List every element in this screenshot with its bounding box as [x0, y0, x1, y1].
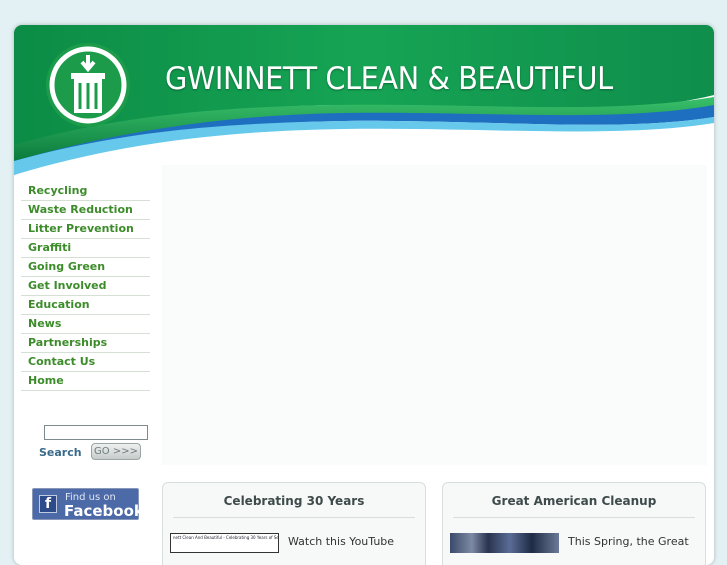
card-text: Watch this YouTube: [288, 535, 395, 548]
card-celebrating-30-years: Celebrating 30 Years nett Clean And Beau…: [162, 482, 426, 565]
sidebar-item-news[interactable]: News: [21, 315, 150, 334]
card-great-american-cleanup: Great American Cleanup This Spring, the …: [442, 482, 706, 565]
card-text: This Spring, the Great: [568, 535, 689, 548]
sidebar-item-recycling[interactable]: Recycling: [21, 182, 150, 201]
card-divider: [173, 517, 415, 518]
youtube-video-thumbnail[interactable]: nett Clean And Beautiful - Celebrating 3…: [170, 533, 279, 553]
facebook-icon: f: [39, 495, 57, 513]
page-container: GWINNETT CLEAN & BEAUTIFUL Recycling Was…: [14, 25, 714, 565]
sidebar-item-graffiti[interactable]: Graffiti: [21, 239, 150, 258]
sidebar-item-going-green[interactable]: Going Green: [21, 258, 150, 277]
trash-can-logo-icon: [44, 41, 132, 129]
sidebar-item-contact-us[interactable]: Contact Us: [21, 353, 150, 372]
facebook-line2: Facebook: [64, 502, 144, 520]
sidebar-item-get-involved[interactable]: Get Involved: [21, 277, 150, 296]
main-content-area: [162, 165, 707, 465]
site-header: GWINNETT CLEAN & BEAUTIFUL: [14, 25, 714, 175]
sidebar-item-waste-reduction[interactable]: Waste Reduction: [21, 201, 150, 220]
card-divider: [453, 517, 695, 518]
sidebar-item-education[interactable]: Education: [21, 296, 150, 315]
sidebar-item-litter-prevention[interactable]: Litter Prevention: [21, 220, 150, 239]
cleanup-photo-thumbnail[interactable]: [450, 533, 559, 553]
search-input[interactable]: [44, 425, 148, 440]
sidebar-nav: Recycling Waste Reduction Litter Prevent…: [21, 182, 150, 391]
sidebar-item-partnerships[interactable]: Partnerships: [21, 334, 150, 353]
go-button[interactable]: GO >>>: [91, 443, 141, 460]
card-title: Great American Cleanup: [491, 494, 657, 508]
facebook-button[interactable]: f Find us on Facebook: [32, 488, 144, 520]
thumbnail-caption: nett Clean And Beautiful - Celebrating 3…: [173, 535, 279, 540]
card-title: Celebrating 30 Years: [223, 494, 365, 508]
search-label: Search: [39, 446, 82, 459]
site-title: GWINNETT CLEAN & BEAUTIFUL: [165, 61, 613, 97]
sidebar-item-home[interactable]: Home: [21, 372, 150, 391]
